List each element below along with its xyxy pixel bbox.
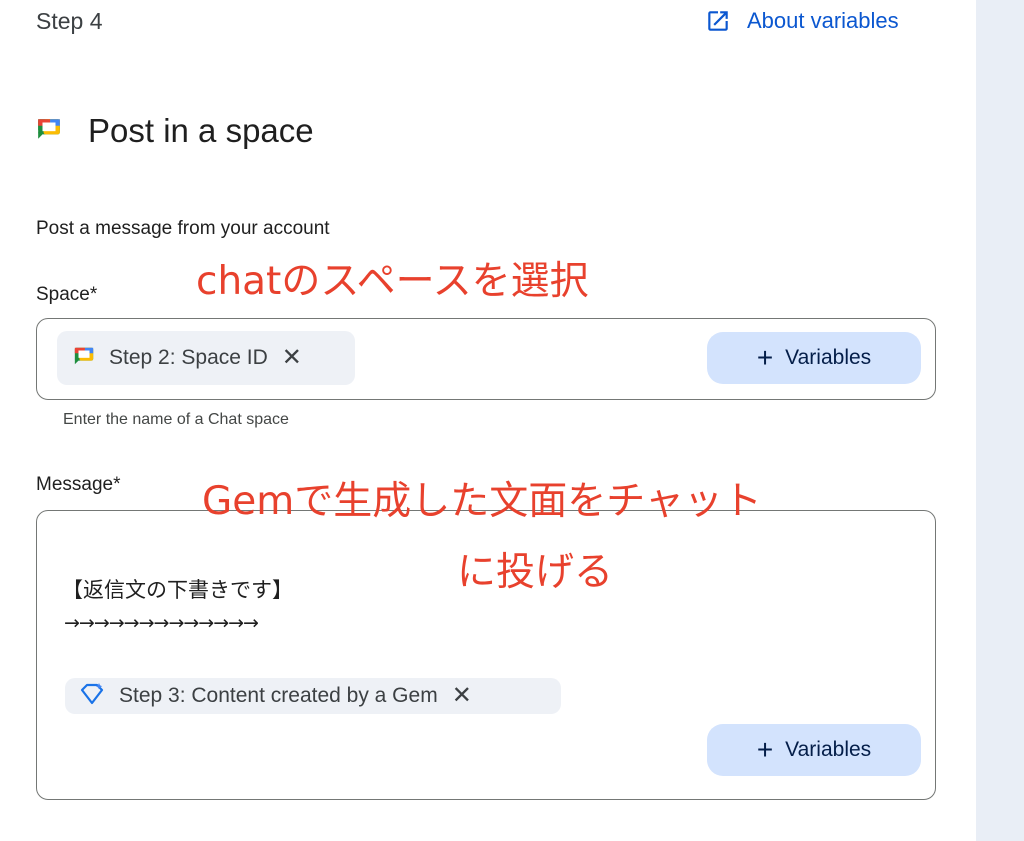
add-variable-button[interactable]: + Variables bbox=[707, 332, 921, 384]
space-field-label: Space* bbox=[36, 284, 98, 305]
message-text-line: →→→→→→→→→→→→→ bbox=[64, 612, 259, 634]
add-variable-button[interactable]: + Variables bbox=[707, 724, 921, 776]
add-variable-label: Variables bbox=[785, 738, 872, 761]
message-field-label: Message* bbox=[36, 474, 121, 495]
gem-content-chip-label: Step 3: Content created by a Gem bbox=[119, 684, 438, 707]
remove-chip-icon[interactable]: ✕ bbox=[282, 346, 302, 370]
message-text-line: 【返信文の下書きです】 bbox=[62, 578, 293, 602]
right-side-panel bbox=[976, 0, 1024, 841]
annotation-space-note: chatのスペースを選択 bbox=[196, 259, 589, 304]
step-label: Step 4 bbox=[36, 8, 103, 34]
remove-chip-icon[interactable]: ✕ bbox=[452, 684, 472, 708]
plus-icon: + bbox=[756, 342, 774, 373]
space-id-chip-label: Step 2: Space ID bbox=[109, 346, 268, 369]
about-variables-label: About variables bbox=[747, 8, 899, 33]
open-in-new-icon bbox=[705, 8, 731, 34]
google-chat-icon bbox=[73, 345, 95, 372]
space-id-chip[interactable]: Step 2: Space ID ✕ bbox=[57, 331, 355, 385]
google-chat-icon bbox=[36, 116, 62, 147]
add-variable-label: Variables bbox=[785, 346, 872, 369]
gem-sparkle-icon bbox=[79, 682, 105, 711]
action-title-row: Post in a space bbox=[36, 112, 314, 150]
annotation-message-note: Gemで生成した文面をチャット bbox=[202, 479, 762, 524]
action-description: Post a message from your account bbox=[36, 218, 330, 239]
action-title: Post in a space bbox=[88, 112, 314, 149]
plus-icon: + bbox=[756, 734, 774, 765]
about-variables-link[interactable]: About variables bbox=[705, 8, 899, 34]
annotation-message-note: に投げる bbox=[457, 550, 614, 595]
space-field[interactable]: Step 2: Space ID ✕ + Variables bbox=[36, 318, 936, 400]
gem-content-chip[interactable]: Step 3: Content created by a Gem ✕ bbox=[65, 678, 561, 714]
space-field-helper: Enter the name of a Chat space bbox=[63, 411, 289, 428]
